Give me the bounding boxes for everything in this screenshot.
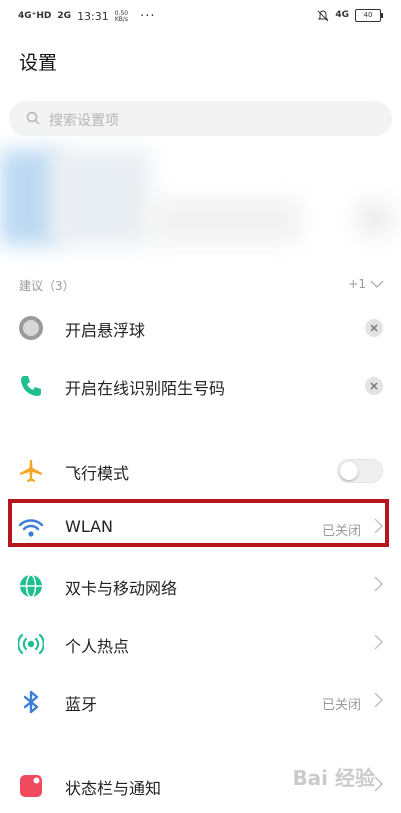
page-title: 设置 <box>19 52 58 74</box>
watermark: Bai 经验 <box>292 766 375 790</box>
suggestions-expand[interactable]: +1 <box>348 277 384 291</box>
suggestion-floating-ball[interactable]: 开启悬浮球 <box>0 299 401 355</box>
close-icon <box>370 324 378 332</box>
net-speed-unit: KB/s <box>114 15 129 23</box>
net-speed: 0.50 KB/s <box>114 10 129 23</box>
settings-item-label: 个人热点 <box>65 637 130 656</box>
settings-item-mobile-network[interactable]: 双卡与移动网络 <box>0 557 401 613</box>
chevron-down-icon <box>370 280 384 288</box>
suggestion-label: 开启在线识别陌生号码 <box>65 379 226 398</box>
chevron-right-icon <box>374 692 383 708</box>
hotspot-icon <box>18 633 44 655</box>
notification-icon <box>20 775 42 797</box>
bluetooth-icon <box>23 690 39 714</box>
globe-icon <box>20 574 42 598</box>
settings-item-label: 状态栏与通知 <box>65 779 162 798</box>
search-placeholder: 搜索设置项 <box>49 113 119 129</box>
toggle-knob <box>340 462 358 480</box>
suggestion-label: 开启悬浮球 <box>65 321 146 340</box>
dismiss-suggestion-button[interactable] <box>365 377 383 395</box>
suggestion-caller-id[interactable]: 开启在线识别陌生号码 <box>0 357 401 413</box>
settings-item-bluetooth[interactable]: 蓝牙 已关闭 <box>0 673 401 729</box>
suggestions-title: 建议（3） <box>19 279 75 293</box>
chevron-right-icon <box>374 634 383 650</box>
bluetooth-status: 已关闭 <box>321 698 361 713</box>
phone-icon <box>21 376 41 396</box>
chevron-right-icon <box>374 776 383 792</box>
suggestions-header: 建议（3） +1 <box>19 277 384 294</box>
close-icon <box>370 382 378 390</box>
suggestions-more-count: +1 <box>348 277 366 291</box>
network-indicator-1: 4G⁺HD <box>18 11 52 21</box>
network-indicator-right: 4G <box>335 10 349 20</box>
settings-item-label: 双卡与移动网络 <box>65 579 178 598</box>
battery-icon: 40 <box>355 9 383 22</box>
status-bar: 4G⁺HD 2G 13:31 0.50 KB/s ··· 4G 40 <box>0 0 401 34</box>
silent-bell-icon <box>317 9 329 21</box>
wlan-highlight-box <box>8 499 389 547</box>
settings-item-airplane-mode[interactable]: 飞行模式 <box>0 442 401 498</box>
settings-item-hotspot[interactable]: 个人热点 <box>0 615 401 671</box>
account-card[interactable] <box>0 150 401 250</box>
airplane-icon <box>20 460 42 482</box>
search-icon <box>26 111 40 125</box>
airplane-mode-toggle[interactable] <box>337 459 383 483</box>
settings-item-label: 蓝牙 <box>65 695 98 714</box>
search-input[interactable]: 搜索设置项 <box>9 101 392 136</box>
chevron-right-icon <box>374 576 383 592</box>
network-indicator-2: 2G <box>57 11 72 21</box>
dismiss-suggestion-button[interactable] <box>365 319 383 337</box>
settings-item-label: 飞行模式 <box>65 464 130 483</box>
more-notifications-icon: ··· <box>140 9 156 24</box>
clock: 13:31 <box>77 10 109 23</box>
floating-ball-icon <box>19 316 43 340</box>
